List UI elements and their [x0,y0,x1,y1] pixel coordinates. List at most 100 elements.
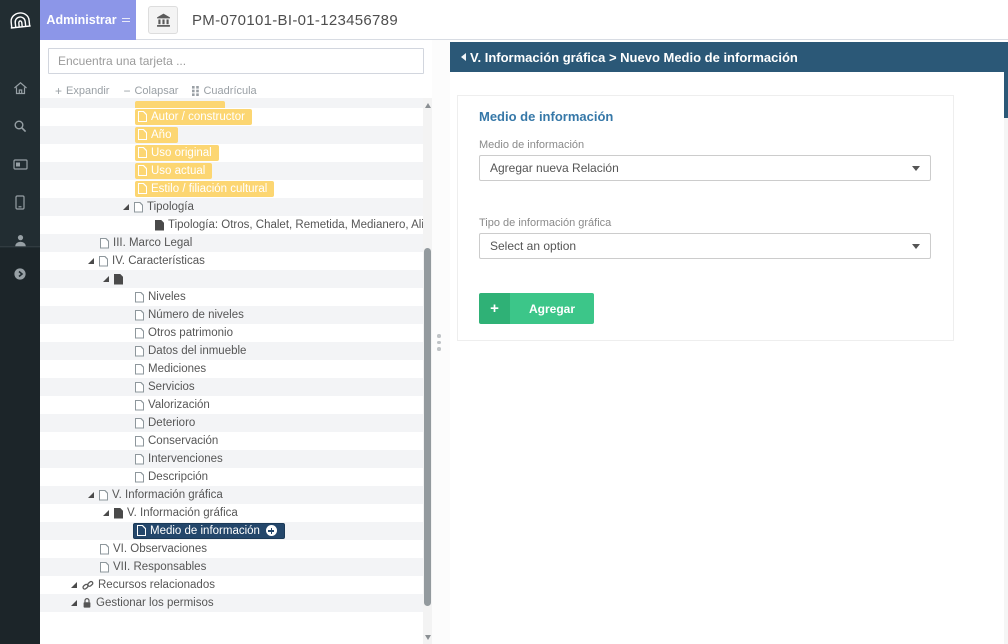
tree-item-label: Tipología: Otros, Chalet, Remetida, Medi… [168,219,432,231]
search-input[interactable] [48,48,424,74]
chevron-down-icon [912,244,920,249]
tree-item-deterioro[interactable]: Deterioro [40,414,432,432]
right-scrollbar-thumb[interactable] [1004,42,1008,118]
tree-item-observaciones[interactable]: VI. Observaciones [40,540,432,558]
tree-item-label: Gestionar los permisos [96,597,214,609]
tree-item-label: Otros patrimonio [148,327,233,339]
content-panel: V. Información gráfica > Nuevo Medio de … [450,40,1008,644]
grid-label: Cuadrícula [203,85,256,97]
tree-item-label: IV. Características [112,255,205,267]
add-node-plus-icon[interactable] [266,525,277,536]
tree-item-label: Mediciones [148,363,206,375]
file-icon [138,165,147,176]
tree-item-estilo-filiacion[interactable]: Estilo / filiación cultural [40,180,432,198]
tree-item-informacion-grafica-group[interactable]: V. Información gráfica [40,504,432,522]
tree-item-label: Autor / constructor [151,111,245,123]
tree-item-gestionar-permisos[interactable]: Gestionar los permisos [40,594,432,612]
collapse-caret-icon[interactable] [120,204,132,210]
collapse-caret-icon[interactable] [68,582,80,588]
tree-item-label: Uso original [151,147,212,159]
form-card: Medio de información Medio de informació… [457,95,954,341]
file-icon [135,400,144,411]
link-icon [82,580,94,591]
tree-item-label: Datos del inmueble [148,345,246,357]
museum-button[interactable] [148,6,178,34]
tree-scrollbar[interactable] [423,98,432,644]
tree-item-niveles[interactable]: Niveles [40,288,432,306]
tree-item-numero-de-niveles[interactable]: Número de niveles [40,306,432,324]
tree-item-intervenciones[interactable]: Intervenciones [40,450,432,468]
card-icon[interactable] [0,151,40,177]
tree-item-tipologia-valores[interactable]: Tipología: Otros, Chalet, Remetida, Medi… [40,216,432,234]
file-filled-icon [114,274,123,285]
tree-item-ano[interactable]: Año [40,126,432,144]
collapse-caret-icon[interactable] [100,510,112,516]
collapse-caret-icon[interactable] [85,492,97,498]
chevron-down-icon [912,166,920,171]
tree-item-partial[interactable] [40,98,432,108]
collapse-caret-icon[interactable] [85,258,97,264]
tree-item-servicios[interactable]: Servicios [40,378,432,396]
scroll-up-arrow[interactable] [423,99,432,111]
back-arrow-icon[interactable] [461,53,466,61]
tree-item-descripcion[interactable]: Descripción [40,468,432,486]
tree-item-medio-de-informacion-selected[interactable]: Medio de información [40,522,432,540]
file-icon [99,256,108,267]
breadcrumb: V. Información gráfica > Nuevo Medio de … [470,50,798,65]
app-logo[interactable] [0,0,40,40]
tree-item-caracteristicas[interactable]: IV. Características [40,252,432,270]
tree-item-informacion-grafica[interactable]: V. Información gráfica [40,486,432,504]
tree-item-label: Estilo / filiación cultural [151,183,267,195]
highlighted-chip: Autor / constructor [135,109,252,125]
tree-item-caracteristicas-group[interactable] [40,270,432,288]
home-icon[interactable] [0,75,40,101]
medio-select[interactable]: Agregar nueva Relación [479,155,931,181]
tree-item-label: Número de niveles [148,309,244,321]
tipo-select-value: Select an option [490,239,576,253]
tree-item-mediciones[interactable]: Mediciones [40,360,432,378]
highlighted-chip: Uso actual [135,163,212,179]
record-id-title: PM-070101-BI-01-123456789 [192,0,398,40]
collapse-button[interactable]: Colapsar [123,84,178,98]
file-icon [135,310,144,321]
device-icon[interactable] [0,189,40,215]
administrar-menu-button[interactable]: Administrar [40,0,136,40]
file-icon [137,525,146,536]
administrar-menu-label: Administrar [46,13,116,27]
tree-item-valorizacion[interactable]: Valorización [40,396,432,414]
tree-item-marco-legal[interactable]: III. Marco Legal [40,234,432,252]
tree-item-label: Año [151,129,171,141]
agregar-button[interactable]: + Agregar [479,293,594,324]
user-icon[interactable] [0,227,40,253]
tipo-select[interactable]: Select an option [479,233,931,259]
search-icon[interactable] [0,113,40,139]
file-icon [138,183,147,194]
grid-button[interactable]: Cuadrícula [192,85,256,97]
tree-item-datos-del-inmueble[interactable]: Datos del inmueble [40,342,432,360]
tree-item-uso-original[interactable]: Uso original [40,144,432,162]
scrollbar-thumb[interactable] [424,248,431,606]
highlighted-chip: Estilo / filiación cultural [135,181,274,197]
rail-divider [0,246,40,247]
scroll-down-arrow[interactable] [423,631,432,643]
circle-arrow-icon[interactable] [0,261,40,287]
minus-icon [123,84,130,98]
tree-item-uso-actual[interactable]: Uso actual [40,162,432,180]
tree-item-conservacion[interactable]: Conservación [40,432,432,450]
expand-button[interactable]: Expandir [55,84,109,98]
tree-item-otros-patrimonio[interactable]: Otros patrimonio [40,324,432,342]
tree-item-label: Descripción [148,471,208,483]
collapse-caret-icon[interactable] [68,600,80,606]
tree-item-autor-constructor[interactable]: Autor / constructor [40,108,432,126]
plus-icon [55,84,62,98]
tree-item-responsables[interactable]: VII. Responsables [40,558,432,576]
tree-sidebar: Expandir Colapsar Cuadrícula Autor / con… [40,40,432,644]
grid-icon [192,86,199,96]
right-scrollbar[interactable] [1004,42,1008,644]
collapse-label: Colapsar [134,85,178,97]
arches-logo-icon [7,7,33,33]
collapse-caret-icon[interactable] [100,276,112,282]
tree-item-recursos-relacionados[interactable]: Recursos relacionados [40,576,432,594]
panel-splitter[interactable] [432,40,450,644]
tree-item-tipologia[interactable]: Tipología [40,198,432,216]
